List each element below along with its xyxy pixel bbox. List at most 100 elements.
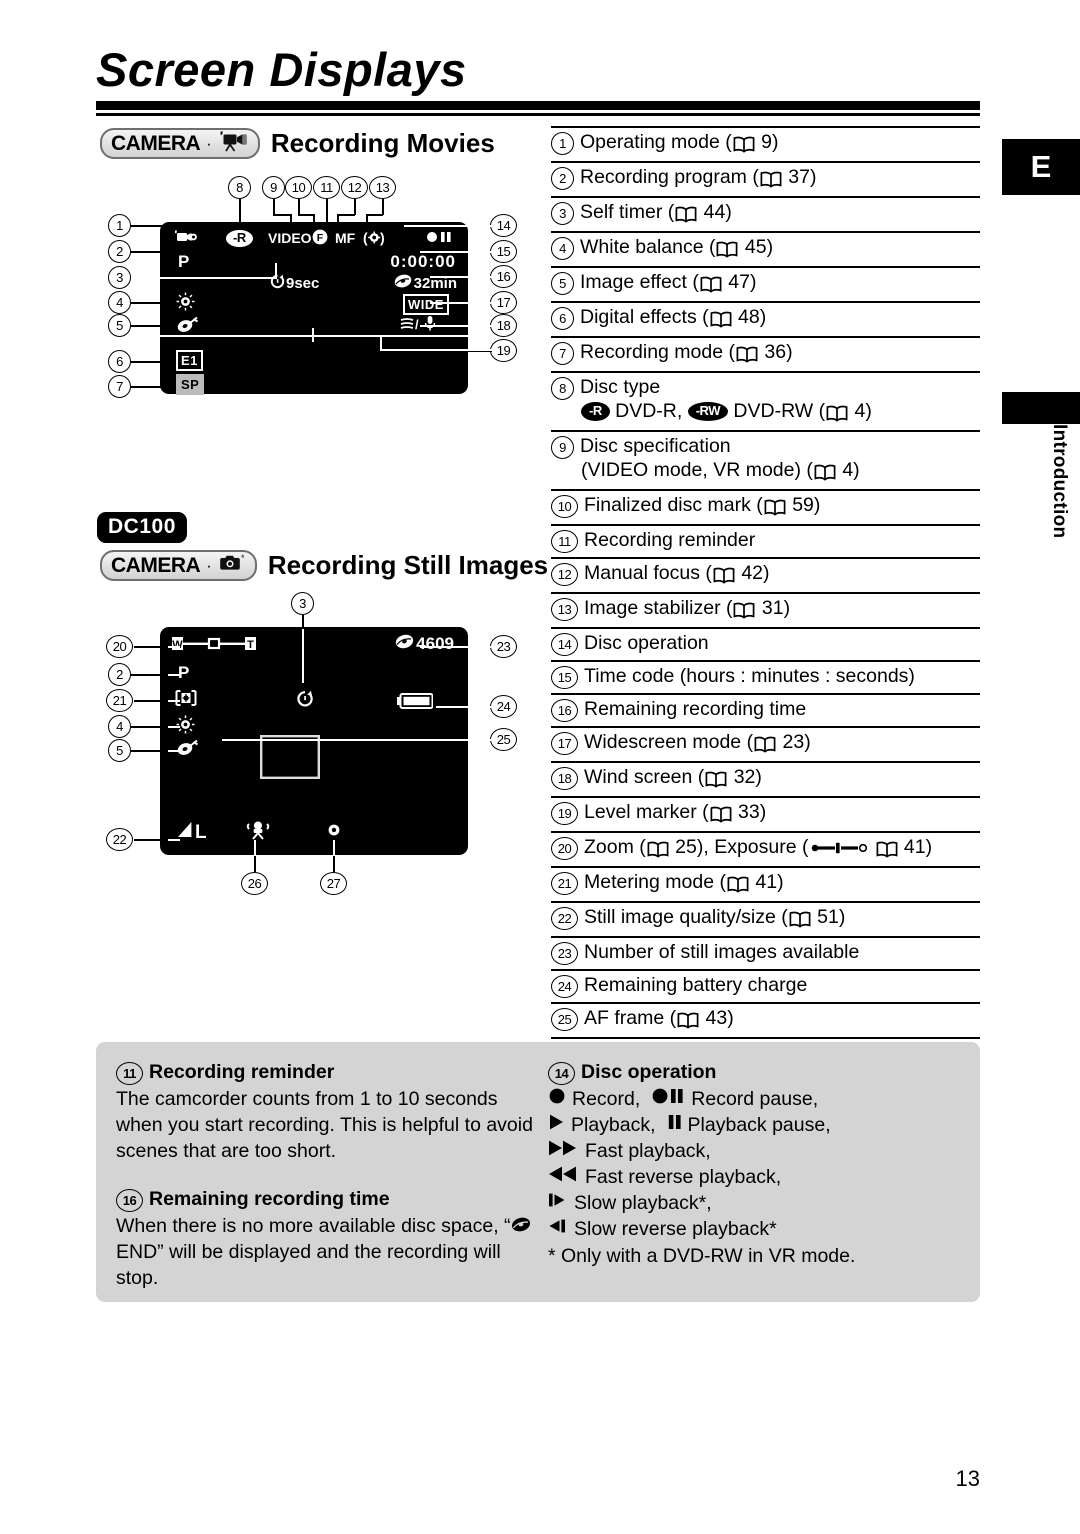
fast-playback-icon xyxy=(548,1139,579,1165)
legend-number-1: 1 xyxy=(551,132,574,155)
leader-10a xyxy=(298,199,300,215)
manual-reference-icon xyxy=(753,734,777,757)
disc-op-line-5: Slow playback*, xyxy=(548,1191,968,1217)
disc-op-label-slow-reverse-playback: Slow reverse playback* xyxy=(574,1217,777,1240)
legend-number-18: 18 xyxy=(551,767,578,790)
legend-line: 13 Image stabilizer ( 31) xyxy=(551,597,980,623)
legend-label-8: Disc type xyxy=(580,376,661,398)
leader-23-white xyxy=(420,646,492,648)
camera-movie-mode-badge: CAMERA · xyxy=(100,128,260,159)
disc-op-label-slow-playback: Slow playback*, xyxy=(574,1191,712,1214)
legend-number-10: 10 xyxy=(551,495,578,518)
level-marker-line xyxy=(160,335,468,337)
callout-16: 16 xyxy=(490,265,517,288)
leader-14-white xyxy=(404,225,492,227)
svg-text:): ) xyxy=(380,230,385,246)
manual-reference-icon xyxy=(712,565,736,588)
note-num-16: 16 xyxy=(116,1188,143,1212)
legend-row: 24 Remaining battery charge xyxy=(551,971,980,1004)
manual-reference-icon xyxy=(813,462,837,485)
badge-separator: · xyxy=(206,134,212,153)
manual-reference-icon xyxy=(646,839,670,862)
legend-line: 23 Number of still images available xyxy=(551,941,980,965)
leader-24-white xyxy=(436,706,492,708)
legend-row: 6 Digital effects ( 48) xyxy=(551,303,980,338)
still-images-available-value: 4609 xyxy=(416,634,454,653)
camcorder-shake-icon xyxy=(245,819,271,846)
legend-subline: (VIDEO mode, VR mode) ( 4) xyxy=(551,459,980,485)
note-heading-disc-operation: 14 Disc operation xyxy=(548,1060,968,1086)
callout-10: 10 xyxy=(285,176,312,199)
slow-reverse-playback-icon xyxy=(548,1217,568,1243)
leader-4-still-white xyxy=(168,726,180,728)
recording-mode-badge: SP xyxy=(176,374,205,395)
still-images-available-group: 4609 xyxy=(395,634,454,654)
note-num-11: 11 xyxy=(116,1062,143,1086)
legend-label-24: Remaining battery charge xyxy=(584,974,808,996)
legend-line: 16 Remaining recording time xyxy=(551,698,980,722)
leader-3-white xyxy=(131,277,277,279)
legend-label-10: Finalized disc mark ( 59) xyxy=(584,494,980,520)
callout-12: 12 xyxy=(341,176,368,199)
legend-number-11: 11 xyxy=(551,530,578,553)
disc-type-pill: -R xyxy=(581,402,610,421)
white-balance-icon xyxy=(176,292,195,316)
callout-22: 22 xyxy=(106,828,133,851)
legend-label-17: Widescreen mode ( 23) xyxy=(584,731,980,757)
edge-tab-language: E xyxy=(1002,139,1080,195)
legend-label-1: Operating mode ( 9) xyxy=(580,131,980,157)
camera-badge-label-2: CAMERA xyxy=(111,553,201,577)
legend-subline-disc-type: -R DVD-R, -RW DVD-RW ( 4) xyxy=(551,400,980,426)
legend-label-16: Remaining recording time xyxy=(584,698,807,720)
legend-number-8: 8 xyxy=(551,377,574,400)
manual-reference-icon xyxy=(674,204,698,227)
disc-op-label-playback-pause: Playback pause, xyxy=(687,1113,831,1136)
legend-line: 7 Recording mode ( 36) xyxy=(551,341,980,367)
legend-row: 12 Manual focus ( 42) xyxy=(551,559,980,594)
legend-line: 22 Still image quality/size ( 51) xyxy=(551,906,980,932)
manual-reference-icon xyxy=(709,804,733,827)
legend-number-22: 22 xyxy=(551,907,578,930)
page-number: 13 xyxy=(955,1466,980,1491)
disc-op-label-fast-reverse-playback: Fast reverse playback, xyxy=(585,1165,782,1188)
disc-op-label-record-pause: Record pause, xyxy=(691,1087,819,1110)
callout-4-still: 4 xyxy=(108,715,131,738)
legend-line: 3 Self timer ( 44) xyxy=(551,201,980,227)
callout-3: 3 xyxy=(108,266,131,289)
legend-line: 2 Recording program ( 37) xyxy=(551,166,980,192)
disc-op-label-playback: Playback, xyxy=(571,1113,656,1136)
af-frame-rectangle xyxy=(260,735,320,784)
legend-row: 14 Disc operation xyxy=(551,629,980,662)
camera-badge-label: CAMERA xyxy=(111,131,201,155)
note-title-16: Remaining recording time xyxy=(149,1187,390,1210)
legend-row: 22 Still image quality/size ( 51) xyxy=(551,903,980,938)
legend-row: 15 Time code (hours : minutes : seconds) xyxy=(551,662,980,695)
manual-reference-icon xyxy=(726,874,750,897)
disc-icon-note xyxy=(511,1214,531,1240)
camcorder-icon xyxy=(218,131,248,157)
leader-26-white xyxy=(254,840,256,856)
legend-number-5: 5 xyxy=(551,272,574,295)
legend-label-22: Still image quality/size ( 51) xyxy=(584,906,980,932)
note-body-16-before: When there is no more available disc spa… xyxy=(116,1214,511,1237)
legend-line: 12 Manual focus ( 42) xyxy=(551,562,980,588)
legend-number-17: 17 xyxy=(551,732,578,755)
callout-25: 25 xyxy=(490,728,517,751)
legend-label-14: Disc operation xyxy=(584,632,709,654)
legend-label-7: Recording mode ( 36) xyxy=(580,341,980,367)
self-timer-icon-still xyxy=(296,690,314,713)
svg-text:(: ( xyxy=(363,230,368,246)
callout-23: 23 xyxy=(490,635,517,658)
legend-number-15: 15 xyxy=(551,666,578,689)
leader-9b xyxy=(273,214,291,216)
recording-reminder-group: 9sec xyxy=(270,274,319,293)
disc-type-badge: -R xyxy=(226,230,253,247)
legend-line: 14 Disc operation xyxy=(551,632,980,656)
manual-reference-icon xyxy=(715,239,739,262)
still-camera-icon: * xyxy=(218,553,245,578)
callout-24: 24 xyxy=(490,695,517,718)
legend-line: 8 Disc type xyxy=(551,376,980,400)
legend-line: 1 Operating mode ( 9) xyxy=(551,131,980,157)
legend-row: 17 Widescreen mode ( 23) xyxy=(551,728,980,763)
lcd-screen-recording-still-images: W T 4609 P L xyxy=(160,627,468,855)
